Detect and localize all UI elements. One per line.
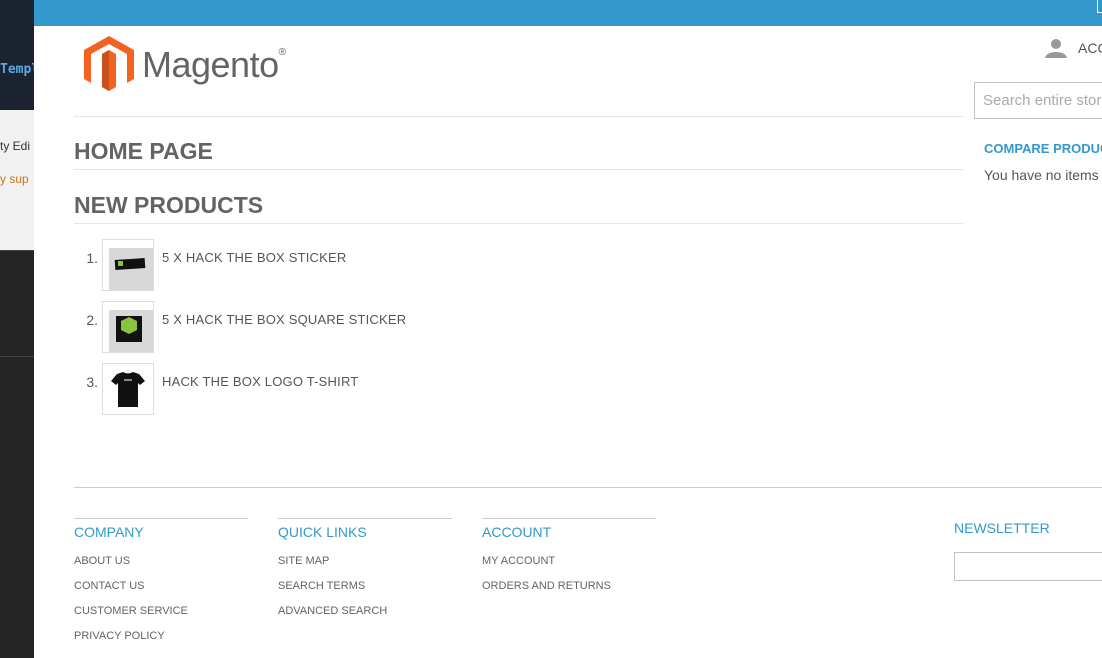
user-icon	[1045, 39, 1067, 58]
item-number: 3.	[86, 374, 98, 390]
top-bar-edge	[1097, 0, 1102, 13]
footer-link-my-account[interactable]: MY ACCOUNT	[482, 554, 656, 579]
account-label: ACC	[1078, 40, 1102, 56]
item-number: 2.	[86, 312, 98, 328]
footer-column-account: ACCOUNT MY ACCOUNT ORDERS AND RETURNS	[482, 518, 656, 604]
background-divider-2	[0, 356, 34, 357]
page-title: HOME PAGE	[74, 138, 213, 164]
newsletter-title: NEWSLETTER	[954, 520, 1050, 536]
background-text-line: ty Edi	[0, 139, 31, 153]
product-link[interactable]: 5 X HACK THE BOX STICKER	[162, 250, 346, 265]
sticker-image	[103, 240, 153, 290]
footer-link-privacy-policy[interactable]: PRIVACY POLICY	[74, 629, 248, 654]
list-item: 1. 5 X HACK THE BOX STICKER	[74, 239, 674, 291]
product-link[interactable]: 5 X HACK THE BOX SQUARE STICKER	[162, 312, 406, 327]
background-text-line-2: y sup	[0, 172, 29, 186]
footer-column-title: ACCOUNT	[482, 524, 552, 540]
background-window: Templ ty Edi y sup	[0, 0, 34, 658]
top-bar	[34, 0, 1102, 26]
store-page: Magento ® ACC HOME PAGE NEW PRODUCTS 1. …	[34, 0, 1102, 658]
newsletter-email-input[interactable]	[954, 552, 1102, 581]
search-input[interactable]	[974, 82, 1102, 119]
footer-divider	[74, 487, 1102, 488]
title-divider	[74, 169, 964, 170]
footer-column-quick-links: QUICK LINKS SITE MAP SEARCH TERMS ADVANC…	[278, 518, 452, 629]
logo-registered-mark: ®	[278, 47, 286, 58]
tshirt-image	[103, 364, 153, 414]
footer-link-search-terms[interactable]: SEARCH TERMS	[278, 579, 452, 604]
list-item: 2. 5 X HACK THE BOX SQUARE STICKER	[74, 301, 674, 353]
item-number: 1.	[86, 250, 98, 266]
header-divider	[74, 116, 964, 117]
product-thumbnail[interactable]	[102, 363, 154, 415]
footer-column-title: QUICK LINKS	[278, 524, 367, 540]
footer-column-company: COMPANY ABOUT US CONTACT US CUSTOMER SER…	[74, 518, 248, 654]
footer-link-about-us[interactable]: ABOUT US	[74, 554, 248, 579]
background-header	[0, 0, 34, 110]
list-item: 3. HACK THE BOX LOGO T-SHIRT	[74, 363, 674, 415]
footer-column-title: COMPANY	[74, 524, 144, 540]
background-code-text: Templ	[0, 62, 34, 77]
footer-link-contact-us[interactable]: CONTACT US	[74, 579, 248, 604]
magento-logo[interactable]: Magento ®	[84, 36, 286, 93]
footer-link-customer-service[interactable]: CUSTOMER SERVICE	[74, 604, 248, 629]
square-sticker-image	[103, 302, 153, 352]
product-thumbnail[interactable]	[102, 239, 154, 291]
footer-link-orders-and-returns[interactable]: ORDERS AND RETURNS	[482, 579, 656, 604]
magento-logo-icon	[84, 36, 134, 91]
footer-link-advanced-search[interactable]: ADVANCED SEARCH	[278, 604, 452, 629]
product-link[interactable]: HACK THE BOX LOGO T-SHIRT	[162, 374, 358, 389]
product-thumbnail[interactable]	[102, 301, 154, 353]
background-divider	[0, 250, 34, 251]
section-title: NEW PRODUCTS	[74, 192, 264, 218]
section-divider	[74, 223, 964, 224]
logo-text: Magento	[142, 43, 279, 85]
compare-empty-message: You have no items to compare.	[984, 167, 1102, 183]
account-link[interactable]: ACC	[1044, 38, 1102, 58]
compare-products-title: COMPARE PRODUCTS	[984, 141, 1102, 156]
footer-link-site-map[interactable]: SITE MAP	[278, 554, 452, 579]
